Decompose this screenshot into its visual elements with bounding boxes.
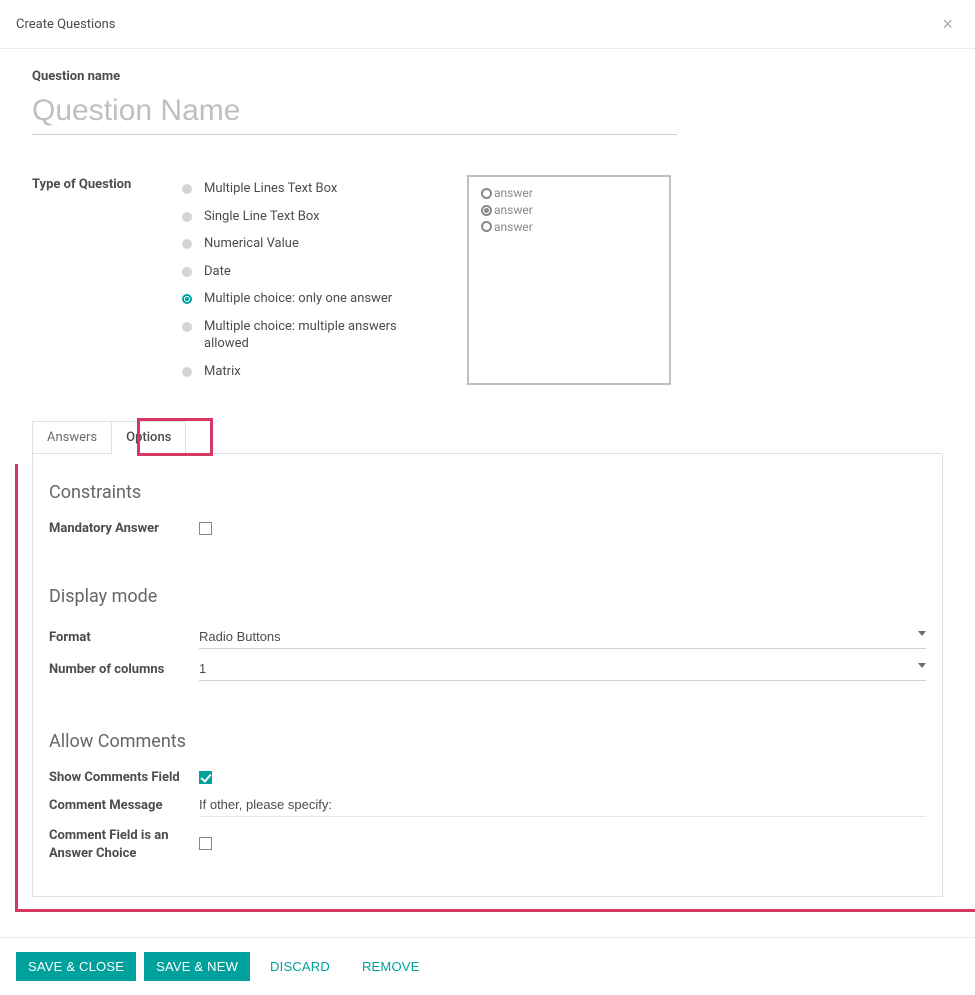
radio-preview-icon-filled	[481, 205, 492, 216]
type-option-label: Date	[204, 263, 231, 281]
tab-answers[interactable]: Answers	[32, 421, 111, 453]
columns-select[interactable]	[199, 657, 926, 681]
question-name-label: Question name	[32, 69, 943, 84]
save-new-button[interactable]: Save & New	[144, 952, 250, 981]
tabs-bar: Answers Options	[32, 421, 943, 454]
type-option-label: Multiple choice: only one answer	[204, 290, 392, 308]
type-option-label: Matrix	[204, 363, 241, 381]
modal-header: Create Questions ×	[0, 0, 975, 49]
comment-message-label: Comment Message	[49, 798, 199, 813]
close-button[interactable]: ×	[936, 14, 959, 34]
columns-value[interactable]	[199, 657, 926, 681]
radio-icon	[182, 267, 192, 277]
comment-message-input[interactable]	[199, 793, 926, 817]
question-preview: answer answer answer	[467, 175, 671, 385]
discard-button[interactable]: Discard	[258, 952, 342, 981]
preview-label: answer	[494, 202, 533, 219]
type-option-multiple-many[interactable]: Multiple choice: multiple answers allowe…	[182, 313, 437, 358]
type-option-date[interactable]: Date	[182, 258, 437, 286]
radio-icon	[182, 212, 192, 222]
modal-footer: Save & Close Save & New Discard Remove	[0, 937, 975, 995]
tab-options[interactable]: Options	[111, 421, 186, 453]
chevron-down-icon	[918, 631, 926, 636]
preview-row: answer	[481, 185, 657, 202]
type-option-multiple-one[interactable]: Multiple choice: only one answer	[182, 285, 437, 313]
tab-label: Answers	[47, 430, 97, 445]
type-option-numerical[interactable]: Numerical Value	[182, 230, 437, 258]
radio-icon	[182, 239, 192, 249]
preview-row: answer	[481, 202, 657, 219]
comment-is-choice-label: Comment Field is an Answer Choice	[49, 825, 199, 862]
type-option-label: Numerical Value	[204, 235, 299, 253]
type-option-label: Multiple Lines Text Box	[204, 180, 337, 198]
preview-row: answer	[481, 219, 657, 236]
close-icon: ×	[942, 14, 953, 34]
mandatory-answer-checkbox[interactable]	[199, 522, 212, 535]
preview-label: answer	[494, 185, 533, 202]
format-value[interactable]	[199, 625, 926, 649]
columns-label: Number of columns	[49, 662, 199, 677]
type-of-question-label: Type of Question	[32, 175, 182, 385]
question-name-input[interactable]	[32, 90, 677, 135]
format-select[interactable]	[199, 625, 926, 649]
mandatory-answer-label: Mandatory Answer	[49, 521, 199, 536]
radio-icon	[182, 322, 192, 332]
modal-body: Question name Type of Question Multiple …	[0, 49, 975, 907]
show-comments-checkbox[interactable]	[199, 771, 212, 784]
radio-icon-selected	[182, 294, 192, 304]
tab-content: Constraints Mandatory Answer Display mod…	[32, 454, 943, 897]
preview-label: answer	[494, 219, 533, 236]
type-options-group: Multiple Lines Text Box Single Line Text…	[182, 175, 437, 385]
type-option-singleline[interactable]: Single Line Text Box	[182, 203, 437, 231]
radio-preview-icon	[481, 188, 492, 199]
type-option-label: Single Line Text Box	[204, 208, 320, 226]
section-comments-title: Allow Comments	[49, 731, 926, 752]
radio-icon	[182, 184, 192, 194]
comment-is-choice-checkbox[interactable]	[199, 837, 212, 850]
radio-preview-icon	[481, 221, 492, 232]
save-close-button[interactable]: Save & Close	[16, 952, 136, 981]
chevron-down-icon	[918, 663, 926, 668]
modal-title: Create Questions	[16, 17, 116, 32]
tab-label: Options	[126, 430, 171, 445]
type-option-matrix[interactable]: Matrix	[182, 358, 437, 386]
section-constraints-title: Constraints	[49, 482, 926, 503]
format-label: Format	[49, 630, 199, 645]
show-comments-label: Show Comments Field	[49, 770, 199, 785]
remove-button[interactable]: Remove	[350, 952, 432, 981]
radio-icon	[182, 367, 192, 377]
type-option-label: Multiple choice: multiple answers allowe…	[204, 318, 437, 353]
type-option-multiline[interactable]: Multiple Lines Text Box	[182, 175, 437, 203]
section-display-title: Display mode	[49, 586, 926, 607]
